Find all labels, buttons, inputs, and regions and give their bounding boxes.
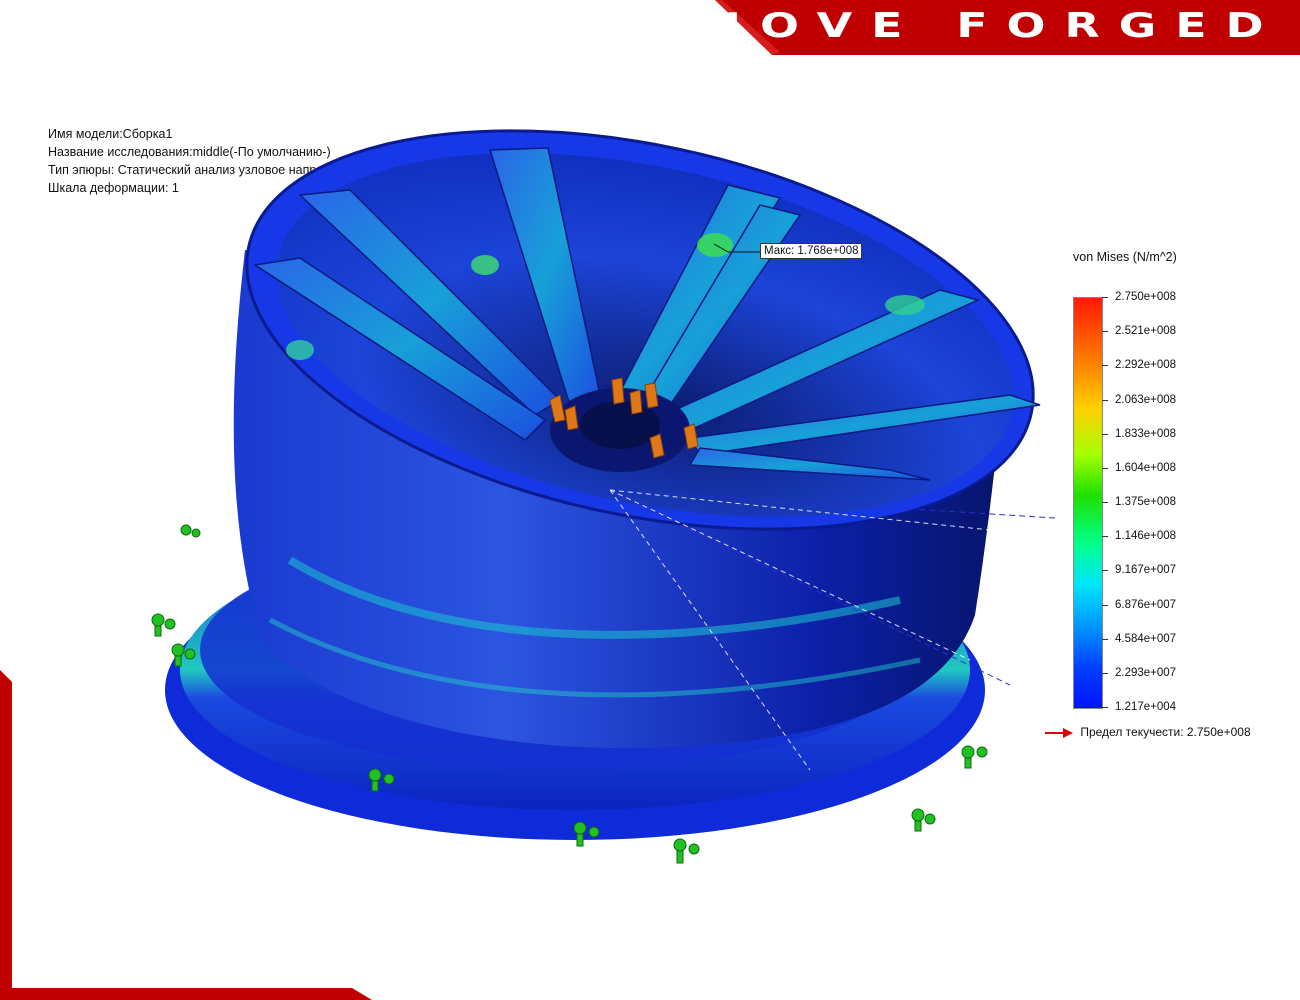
legend-label: 1.604e+008 — [1115, 461, 1177, 474]
legend-tick — [1102, 433, 1108, 435]
legend-tick — [1102, 331, 1108, 333]
legend-tick — [1102, 502, 1108, 503]
legend-label: 2.293e+007 — [1115, 666, 1177, 679]
legend-label: 2.521e+008 — [1115, 325, 1177, 338]
legend-label: 1.833e+008 — [1115, 427, 1177, 440]
legend-label: 1.146e+008 — [1115, 530, 1177, 543]
yield-arrow-icon — [1045, 727, 1073, 738]
legend-label: 1.375e+008 — [1115, 496, 1177, 508]
legend-tick — [1102, 638, 1108, 640]
bottom-corner-accent — [0, 988, 372, 1000]
legend-label: 2.750e+008 — [1115, 291, 1177, 303]
legend-tick — [1102, 707, 1108, 708]
legend-tick — [1102, 467, 1108, 469]
legend-color-bar — [1073, 297, 1103, 709]
legend-label: 2.063e+008 — [1115, 393, 1177, 406]
legend-tick — [1102, 297, 1108, 298]
legend-tick — [1102, 570, 1108, 572]
legend-label: 2.292e+008 — [1115, 359, 1177, 372]
stress-legend[interactable]: von Mises (N/m^2) 2.750e+008 2.521e+008 2.… — [1065, 245, 1285, 725]
legend-label: 1.217e+004 — [1115, 701, 1177, 713]
legend-label: 9.167e+007 — [1115, 564, 1177, 577]
legend-title: von Mises (N/m^2) — [1073, 250, 1177, 264]
yield-strength: Предел текучести: 2.750e+008 — [1045, 725, 1251, 739]
legend-label: 4.584e+007 — [1115, 632, 1177, 645]
max-stress-label[interactable]: Макс: 1.768e+008 — [760, 243, 863, 259]
yield-strength-text: Предел текучести: 2.750e+008 — [1080, 725, 1251, 739]
legend-tick — [1102, 536, 1108, 538]
brand-banner: NOVE FORGED — [0, 0, 1300, 60]
legend-tick — [1102, 365, 1108, 367]
legend-tick — [1102, 672, 1108, 674]
legend-tick — [1102, 399, 1108, 401]
model-viewport[interactable] — [0, 60, 1060, 980]
wheel-stress-render — [151, 129, 1056, 864]
brand-logo-text: NOVE FORGED — [702, 6, 1282, 46]
legend-label: 6.876e+007 — [1115, 598, 1177, 611]
legend-tick — [1102, 604, 1108, 606]
